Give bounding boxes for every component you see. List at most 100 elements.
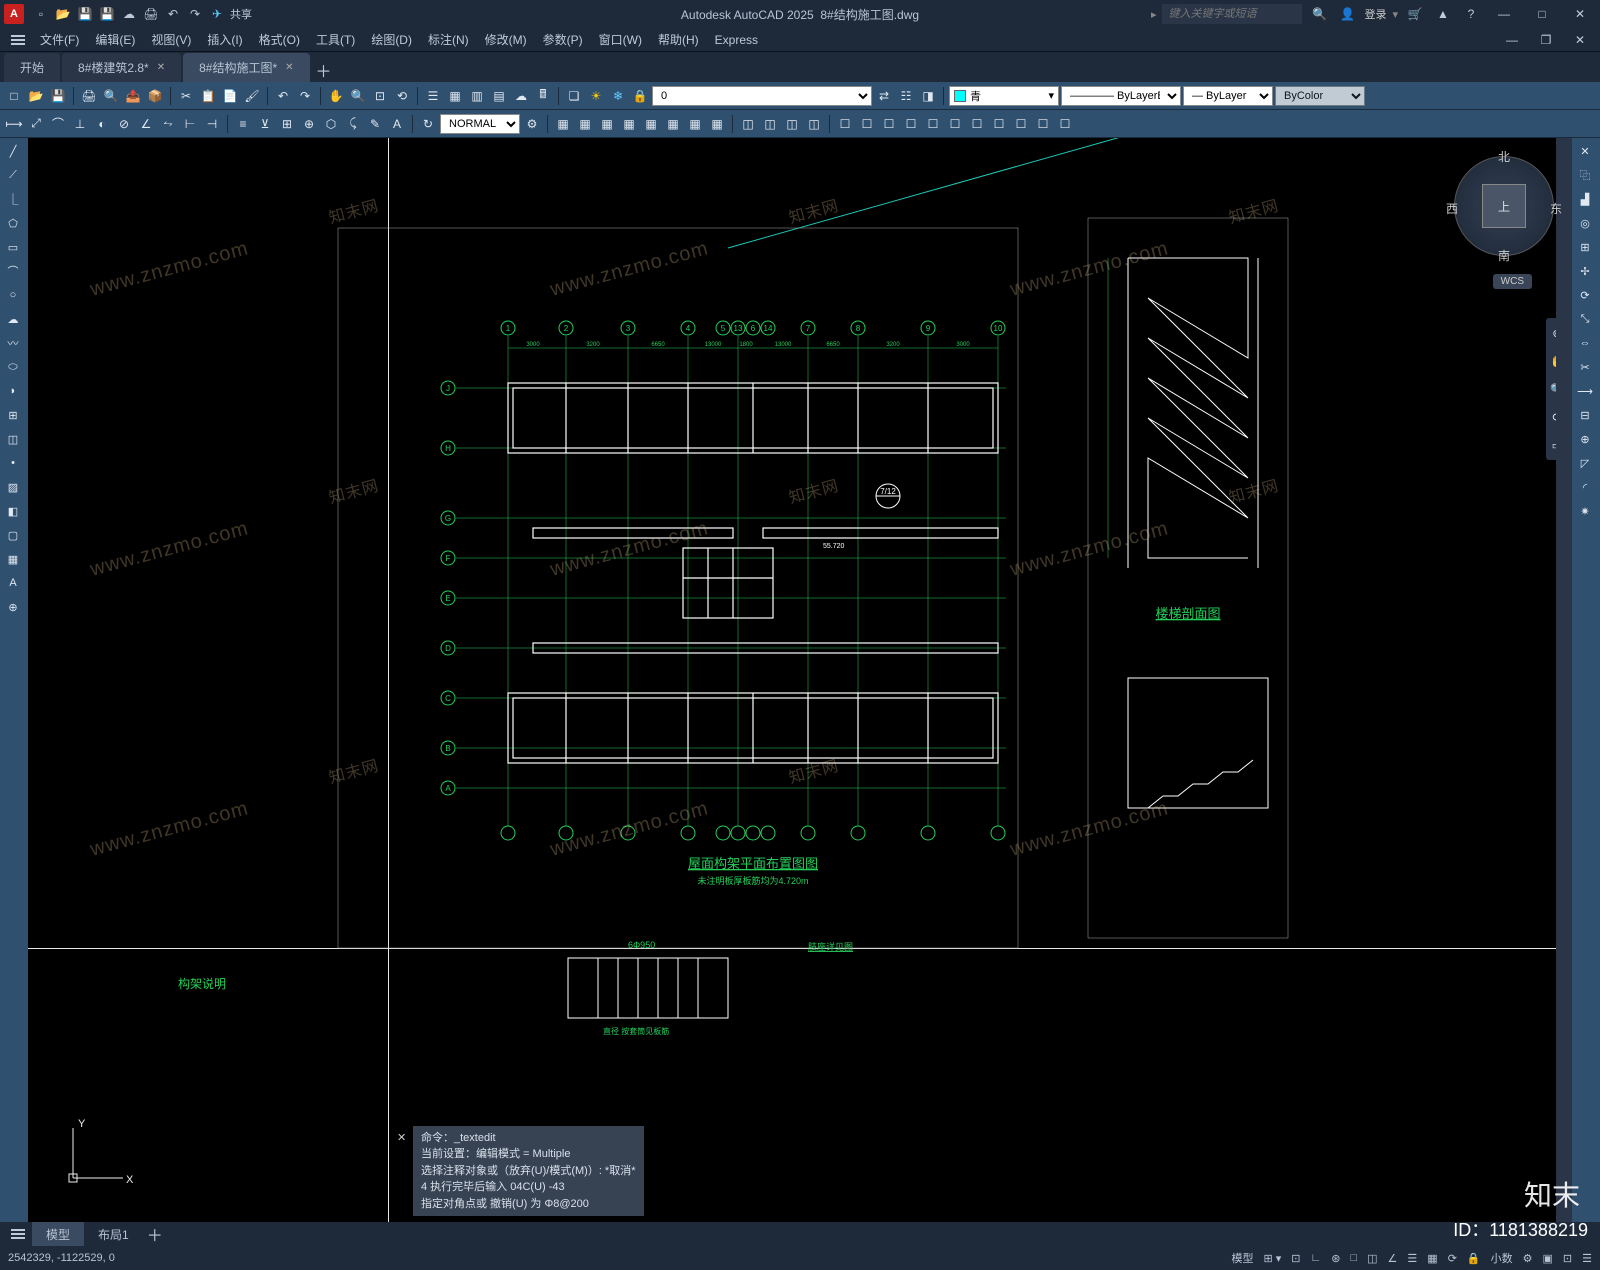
hatch-icon[interactable]: ▨ xyxy=(2,476,24,498)
qat-open-icon[interactable]: 📂 xyxy=(54,5,72,23)
help-icon[interactable]: ? xyxy=(1462,5,1480,23)
mirror-icon[interactable]: ▟ xyxy=(1574,188,1596,210)
status-model[interactable]: 模型 xyxy=(1231,1250,1253,1266)
wcs-badge[interactable]: WCS xyxy=(1493,274,1532,289)
doc-tab-1[interactable]: 8#楼建筑2.8*✕ xyxy=(62,53,181,82)
dimtedit-icon[interactable]: A xyxy=(387,114,407,134)
vp3-icon[interactable]: ◫ xyxy=(782,114,802,134)
scale-icon[interactable]: ⤡ xyxy=(1574,308,1596,330)
status-polar-icon[interactable]: ⊛ xyxy=(1331,1252,1340,1265)
close-button[interactable]: ✕ xyxy=(1564,2,1596,26)
rect-icon[interactable]: ▭ xyxy=(2,236,24,258)
tab-close-icon[interactable]: ✕ xyxy=(285,62,293,73)
3ddwf-icon[interactable]: 📦 xyxy=(145,86,165,106)
redo2-icon[interactable]: ↷ xyxy=(295,86,315,106)
props-icon[interactable]: ☰ xyxy=(423,86,443,106)
point-icon[interactable]: • xyxy=(2,452,24,474)
break-icon[interactable]: ⊟ xyxy=(1574,404,1596,426)
layer-prev-icon[interactable]: ⇄ xyxy=(874,86,894,106)
doc-tab-start[interactable]: 开始 xyxy=(4,53,60,82)
arr3-icon[interactable]: ▦ xyxy=(597,114,617,134)
layout-tab-model[interactable]: 模型 xyxy=(32,1222,84,1247)
dcenter-icon[interactable]: ▦ xyxy=(445,86,465,106)
status-lw-icon[interactable]: ☰ xyxy=(1407,1252,1417,1265)
ucs-icon[interactable]: Y X xyxy=(58,1113,138,1196)
dim-quick-icon[interactable]: ⥊ xyxy=(158,114,178,134)
menu-insert[interactable]: 插入(I) xyxy=(199,28,250,52)
inspect-icon[interactable]: ⬡ xyxy=(321,114,341,134)
qat-new-icon[interactable]: ▫ xyxy=(32,5,50,23)
explode-icon[interactable]: ✷ xyxy=(1574,500,1596,522)
ref9-icon[interactable]: ☐ xyxy=(1011,114,1031,134)
menu-window[interactable]: 窗口(W) xyxy=(591,28,650,52)
arc-icon[interactable]: ⌒ xyxy=(2,260,24,282)
zoom-icon[interactable]: 🔍 xyxy=(348,86,368,106)
layermgr-icon[interactable]: ❏ xyxy=(564,86,584,106)
array-icon[interactable]: ⊞ xyxy=(1574,236,1596,258)
vp2-icon[interactable]: ◫ xyxy=(760,114,780,134)
spline-icon[interactable]: 〰 xyxy=(2,332,24,354)
copy2-icon[interactable]: ⿻ xyxy=(1574,164,1596,186)
jog-icon[interactable]: ⤹ xyxy=(343,114,363,134)
dim-dia-icon[interactable]: ⊘ xyxy=(114,114,134,134)
circle-icon[interactable]: ○ xyxy=(2,284,24,306)
line-icon[interactable]: ╱ xyxy=(2,140,24,162)
tab-close-icon[interactable]: ✕ xyxy=(157,62,165,73)
view-cube[interactable]: 上 北 南 东 西 xyxy=(1444,146,1564,266)
lineweight-dropdown[interactable]: — ByLayer xyxy=(1183,86,1273,106)
vp4-icon[interactable]: ◫ xyxy=(804,114,824,134)
arr1-icon[interactable]: ▦ xyxy=(553,114,573,134)
ref11-icon[interactable]: ☐ xyxy=(1055,114,1075,134)
menu-modify[interactable]: 修改(M) xyxy=(477,28,535,52)
qat-save-icon[interactable]: 💾 xyxy=(76,5,94,23)
ref6-icon[interactable]: ☐ xyxy=(945,114,965,134)
plotstyle-dropdown[interactable]: ByColor xyxy=(1275,86,1365,106)
undo2-icon[interactable]: ↶ xyxy=(273,86,293,106)
cmdline-close-icon[interactable]: ✕ xyxy=(397,1130,406,1147)
arr5-icon[interactable]: ▦ xyxy=(641,114,661,134)
chamfer-icon[interactable]: ◸ xyxy=(1574,452,1596,474)
copy-icon[interactable]: 📋 xyxy=(198,86,218,106)
share-label[interactable]: 共享 xyxy=(230,6,252,22)
search-input[interactable] xyxy=(1162,4,1302,24)
arr2-icon[interactable]: ▦ xyxy=(575,114,595,134)
dim-break-icon[interactable]: ⊻ xyxy=(255,114,275,134)
join-icon[interactable]: ⊕ xyxy=(1574,428,1596,450)
minimize-button[interactable]: ― xyxy=(1488,2,1520,26)
plot-icon[interactable]: 🖨 xyxy=(79,86,99,106)
save-icon[interactable]: 💾 xyxy=(48,86,68,106)
ellipsearc-icon[interactable]: ◗ xyxy=(2,380,24,402)
status-max-icon[interactable]: ▣ xyxy=(1543,1252,1553,1265)
autodesk-icon[interactable]: ▲ xyxy=(1434,5,1452,23)
status-grid-icon[interactable]: ⊞ ▾ xyxy=(1263,1252,1281,1265)
ref10-icon[interactable]: ☐ xyxy=(1033,114,1053,134)
menu-draw[interactable]: 绘图(D) xyxy=(363,28,420,52)
arr4-icon[interactable]: ▦ xyxy=(619,114,639,134)
qat-saveas-icon[interactable]: 💾 xyxy=(98,5,116,23)
dimupdate-icon[interactable]: ↻ xyxy=(418,114,438,134)
dimstyle-dropdown[interactable]: NORMAL xyxy=(440,114,520,134)
match-icon[interactable]: 🖌 xyxy=(242,86,262,106)
menu-edit[interactable]: 编辑(E) xyxy=(87,28,143,52)
qat-undo-icon[interactable]: ↶ xyxy=(164,5,182,23)
rotate-icon[interactable]: ⟳ xyxy=(1574,284,1596,306)
app-menu-button[interactable] xyxy=(4,30,32,50)
layer-lock-icon[interactable]: 🔒 xyxy=(630,86,650,106)
mtext-icon[interactable]: A xyxy=(2,572,24,594)
color-dropdown[interactable]: 青▾ xyxy=(949,86,1059,106)
status-snap-icon[interactable]: ⊡ xyxy=(1291,1252,1300,1265)
layout-add-button[interactable]: ＋ xyxy=(143,1222,167,1246)
region-icon[interactable]: ▢ xyxy=(2,524,24,546)
layout-menu-button[interactable] xyxy=(4,1224,32,1244)
stretch-icon[interactable]: ⇔ xyxy=(1574,332,1596,354)
layer-freeze-icon[interactable]: ❄ xyxy=(608,86,628,106)
doc-close-button[interactable]: ✕ xyxy=(1564,28,1596,52)
menu-param[interactable]: 参数(P) xyxy=(535,28,591,52)
ssm-icon[interactable]: ▤ xyxy=(489,86,509,106)
status-osnap-icon[interactable]: □ xyxy=(1350,1252,1357,1264)
menu-express[interactable]: Express xyxy=(707,28,766,52)
new-icon[interactable]: □ xyxy=(4,86,24,106)
menu-format[interactable]: 格式(O) xyxy=(251,28,308,52)
layout-tab-1[interactable]: 布局1 xyxy=(84,1222,143,1247)
status-custom-icon[interactable]: ☰ xyxy=(1582,1252,1592,1265)
